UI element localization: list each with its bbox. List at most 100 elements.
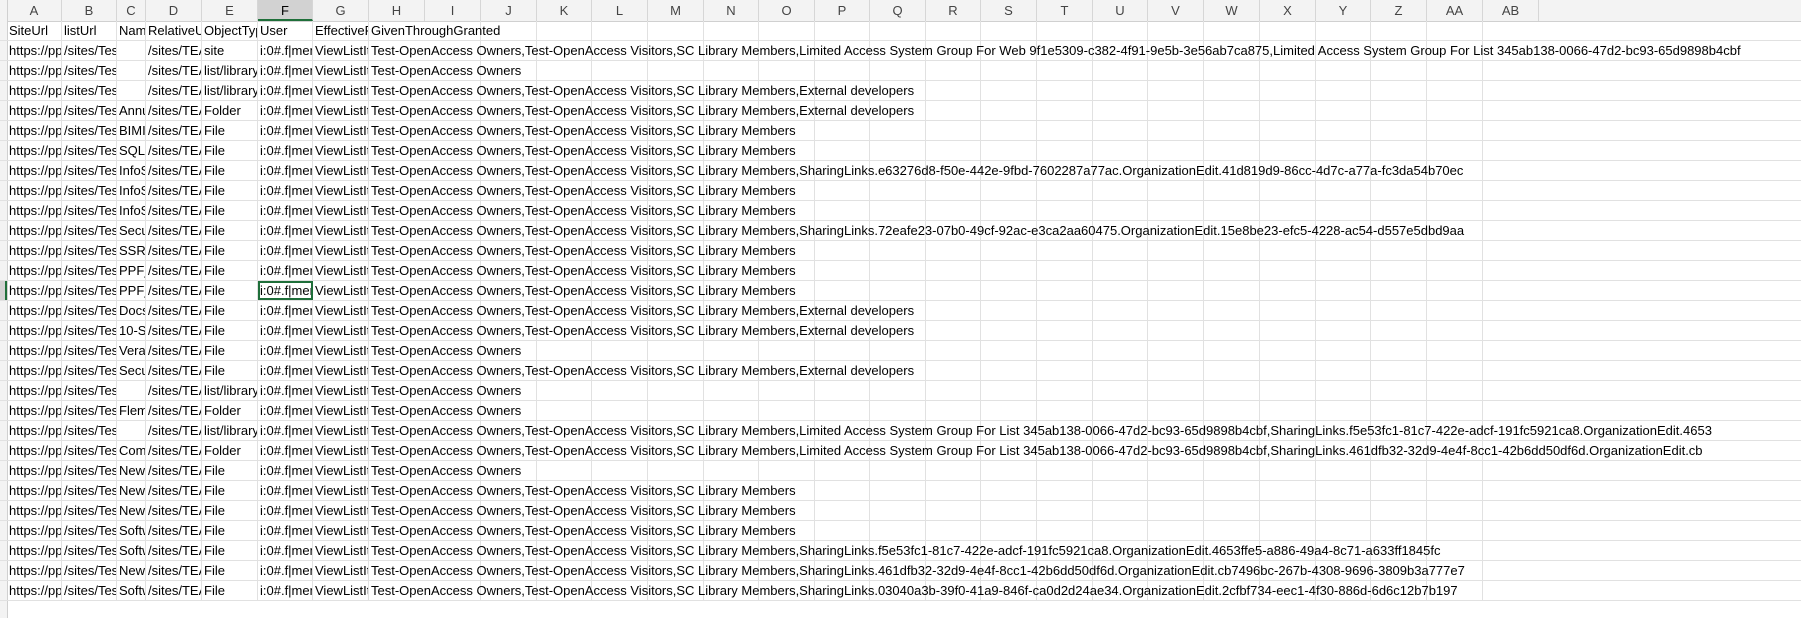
cell-g[interactable]: EffectivePermissions (313, 21, 369, 40)
cell-g[interactable]: ViewListItems (313, 361, 369, 380)
cell-b[interactable]: /sites/Test-OpenAccess (62, 181, 117, 200)
cell-e[interactable]: Folder (202, 401, 258, 420)
cell-f[interactable]: i:0#.f|membership (258, 201, 313, 220)
cell-a[interactable]: https://ppfonline (7, 581, 62, 600)
row-header[interactable] (0, 321, 7, 340)
cell-g[interactable]: ViewListItems (313, 201, 369, 220)
cell-d[interactable]: /sites/TEA (146, 381, 202, 400)
cell-g[interactable]: ViewListItems (313, 161, 369, 180)
column-header-m[interactable]: M (648, 0, 704, 21)
cell-c[interactable]: Name (117, 21, 146, 40)
cell-f[interactable]: i:0#.f|membership (258, 401, 313, 420)
cell-g[interactable]: ViewListItems (313, 441, 369, 460)
cell-f[interactable]: i:0#.f|membership (258, 461, 313, 480)
cell-b[interactable]: /sites/Test-OpenAccess (62, 381, 117, 400)
cell-g[interactable]: ViewListItems (313, 141, 369, 160)
cell-e[interactable]: File (202, 301, 258, 320)
cell-f[interactable]: i:0#.f|membership (258, 301, 313, 320)
cell-e[interactable]: File (202, 121, 258, 140)
cell-f[interactable]: i:0#.f|membership (258, 61, 313, 80)
cell-c[interactable]: New (117, 461, 146, 480)
cell-b[interactable]: /sites/Test-OpenAccess (62, 201, 117, 220)
cell-h[interactable]: Test-OpenAccess Owners (369, 341, 1801, 360)
cell-c[interactable]: InfoSec (117, 201, 146, 220)
column-header-e[interactable]: E (202, 0, 258, 21)
cell-a[interactable]: https://ppfonline (7, 481, 62, 500)
row-header[interactable] (0, 121, 7, 140)
cell-a[interactable]: https://ppfonline (7, 341, 62, 360)
cell-a[interactable]: https://ppfonline (7, 361, 62, 380)
cell-c[interactable]: Annual (117, 101, 146, 120)
cell-f[interactable]: i:0#.f|membership (258, 181, 313, 200)
cell-f[interactable]: i:0#.f|membership (258, 41, 313, 60)
cell-b[interactable]: listUrl (62, 21, 117, 40)
cell-e[interactable]: File (202, 521, 258, 540)
column-header-a[interactable]: A (7, 0, 62, 21)
cell-d[interactable]: /sites/TEA (146, 61, 202, 80)
cell-c[interactable]: Software (117, 541, 146, 560)
cell-a[interactable]: https://ppfonline (7, 441, 62, 460)
cell-e[interactable]: File (202, 141, 258, 160)
cell-e[interactable]: list/library (202, 81, 258, 100)
cell-e[interactable]: File (202, 261, 258, 280)
cell-b[interactable]: /sites/Test-OpenAccess (62, 421, 117, 440)
cell-a[interactable]: https://ppfonline (7, 521, 62, 540)
cell-d[interactable]: /sites/TEA (146, 201, 202, 220)
cell-g[interactable]: ViewListItems (313, 81, 369, 100)
cell-a[interactable]: https://ppfonline (7, 281, 62, 300)
cell-d[interactable]: /sites/TEA (146, 561, 202, 580)
column-header-g[interactable]: G (313, 0, 369, 21)
cell-f[interactable]: i:0#.f|membership (258, 101, 313, 120)
column-header-i[interactable]: I (425, 0, 481, 21)
cell-b[interactable]: /sites/Test-OpenAccess (62, 161, 117, 180)
cell-e[interactable]: File (202, 361, 258, 380)
cell-h[interactable]: Test-OpenAccess Owners,Test-OpenAccess V… (369, 81, 1801, 100)
cell-c[interactable]: Docs (117, 301, 146, 320)
cell-f[interactable]: i:0#.f|membership (258, 361, 313, 380)
cell-e[interactable]: File (202, 181, 258, 200)
row-header[interactable] (0, 341, 7, 360)
cell-h[interactable]: Test-OpenAccess Owners,Test-OpenAccess V… (369, 561, 1801, 580)
cell-a[interactable]: https://ppfonline (7, 321, 62, 340)
cell-b[interactable]: /sites/Test-OpenAccess (62, 441, 117, 460)
cell-b[interactable]: /sites/Test-OpenAccess (62, 541, 117, 560)
cell-d[interactable]: /sites/TEA (146, 321, 202, 340)
cell-e[interactable]: File (202, 561, 258, 580)
cell-d[interactable]: /sites/TEA (146, 221, 202, 240)
cell-h[interactable]: Test-OpenAccess Owners,Test-OpenAccess V… (369, 521, 1801, 540)
row-header[interactable] (0, 181, 7, 200)
cell-g[interactable]: ViewListItems (313, 241, 369, 260)
cell-f[interactable]: i:0#.f|membership (258, 341, 313, 360)
column-header-c[interactable]: C (117, 0, 146, 21)
cell-e[interactable]: File (202, 161, 258, 180)
cell-a[interactable]: https://ppfonline (7, 241, 62, 260)
row-header[interactable] (0, 101, 7, 120)
cell-f[interactable]: i:0#.f|membership (258, 561, 313, 580)
cell-g[interactable]: ViewListItems (313, 121, 369, 140)
cell-f[interactable]: i:0#.f|membership (258, 281, 313, 300)
cell-f[interactable]: i:0#.f|membership (258, 161, 313, 180)
column-header-n[interactable]: N (704, 0, 759, 21)
cell-b[interactable]: /sites/Test-OpenAccess (62, 241, 117, 260)
cell-a[interactable]: https://ppfonline (7, 461, 62, 480)
cell-b[interactable]: /sites/Test-OpenAccess (62, 121, 117, 140)
cell-e[interactable]: File (202, 501, 258, 520)
cell-a[interactable]: https://ppfonline (7, 381, 62, 400)
cell-h[interactable]: Test-OpenAccess Owners (369, 381, 1801, 400)
cell-c[interactable]: Com (117, 441, 146, 460)
row-header[interactable] (0, 21, 7, 40)
cell-b[interactable]: /sites/Test-OpenAccess (62, 101, 117, 120)
cell-h[interactable]: Test-OpenAccess Owners,Test-OpenAccess V… (369, 41, 1801, 60)
row-header[interactable] (0, 301, 7, 320)
row-header[interactable] (0, 421, 7, 440)
cell-d[interactable]: /sites/TEA (146, 521, 202, 540)
column-header-b[interactable]: B (62, 0, 117, 21)
cell-c[interactable]: Flem (117, 401, 146, 420)
column-header-w[interactable]: W (1204, 0, 1260, 21)
cell-d[interactable]: /sites/TEA (146, 261, 202, 280)
cell-h[interactable]: Test-OpenAccess Owners,Test-OpenAccess V… (369, 581, 1801, 600)
cell-b[interactable]: /sites/Test-OpenAccess (62, 341, 117, 360)
cell-g[interactable]: ViewListItems (313, 381, 369, 400)
cell-c[interactable] (117, 41, 146, 60)
cell-d[interactable]: /sites/TEA (146, 301, 202, 320)
